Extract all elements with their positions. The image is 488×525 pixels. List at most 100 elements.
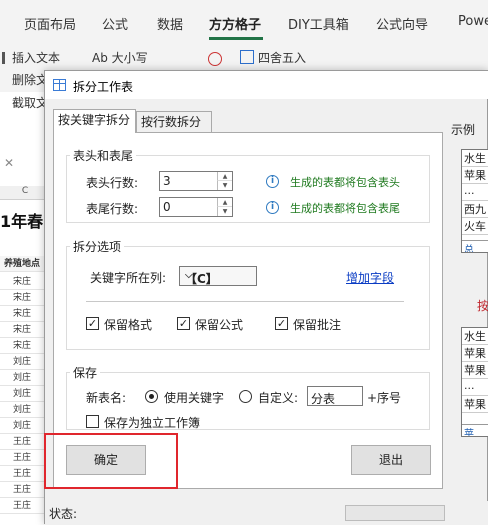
split-options-group [66,246,430,350]
table-row[interactable]: 王庄 [0,450,44,466]
cut-text-button[interactable]: 截取文 [12,94,48,111]
chevron-down-icon: ⌵ [185,270,193,281]
tab-power[interactable]: Powe [458,14,488,29]
custom-name-input[interactable]: 分表 [307,386,363,406]
sheet-tab: 总 [462,240,488,252]
table-row[interactable]: 王庄 [0,482,44,498]
table-row[interactable]: 刘庄 [0,370,44,386]
footer-rows-stepper[interactable]: 0 ▲ ▼ [159,197,233,217]
example-box-result: 水生 苹果 苹果 ... 苹果 苹 [461,327,488,437]
stepper-down-icon[interactable]: ▼ [217,181,232,190]
list-item: 水生 [462,150,488,167]
keep-comment-checkbox[interactable]: ✓ [275,317,288,330]
delete-text-button[interactable]: 删除文 [12,71,48,88]
example-label: 示例 [451,123,476,137]
footer-hint: 生成的表都将包含表尾 [290,202,400,215]
list-item: ... [462,379,488,396]
save-group-label: 保存 [70,364,101,381]
keep-format-label: 保留格式 [104,318,153,332]
info-icon: i [266,201,279,214]
table-row[interactable]: 宋庄 [0,322,44,338]
list-item: 苹果 [462,396,488,413]
table-row[interactable]: 刘庄 [0,418,44,434]
ribbon-tabs: 页面布局 公式 数据 方方格子 DIY工具箱 公式向导 Powe [0,0,488,42]
list-item: 苹果 [462,362,488,379]
close-icon[interactable]: ✕ [4,156,14,170]
keyword-column-label: 关键字所在列: [90,271,167,285]
minus-circle-icon [208,52,222,66]
independent-workbook-label: 保存为独立工作簿 [104,416,201,430]
table-row[interactable]: 宋庄 [0,290,44,306]
table-row[interactable]: 宋庄 [0,274,44,290]
stepper-down-icon[interactable]: ▼ [217,207,232,216]
table-row[interactable]: 王庄 [0,498,44,514]
example-preview: 示例 水生 苹果 ... 西九 火车 总 按 水生 苹果 苹果 ... 苹果 苹 [451,121,488,501]
table-row[interactable]: 王庄 [0,434,44,450]
table-icon [53,79,66,91]
insert-text-button[interactable]: 插入文本 [12,49,60,66]
footer-rows-label: 表尾行数: [86,202,139,216]
sequence-suffix-label: +序号 [367,391,402,405]
table-row[interactable]: 刘庄 [0,402,44,418]
keep-comment-label: 保留批注 [293,318,342,332]
keyword-column-select[interactable]: 【C】 ⌵ [179,266,257,286]
footer-rows-value: 0 [163,200,171,214]
example-box-source: 水生 苹果 ... 西九 火车 总 [461,149,488,253]
keep-formula-label: 保留公式 [195,318,244,332]
header-rows-value: 3 [163,174,171,188]
custom-name-value: 分表 [311,392,336,406]
column-subheader[interactable]: 养殖地点 [0,256,44,272]
sheet-title: 1年春 [0,212,44,231]
progress-bar [345,505,445,521]
header-rows-label: 表头行数: [86,176,139,190]
active-tab-indicator [209,37,263,40]
tab-split-by-keyword[interactable]: 按关键字拆分 [53,109,136,133]
independent-workbook-checkbox[interactable] [86,415,99,428]
status-label: 状态: [49,507,78,521]
table-row[interactable]: 王庄 [0,466,44,482]
dialog-title: 拆分工作表 [73,80,134,94]
list-item: 苹果 [462,345,488,362]
sheet-tab: 苹 [462,424,488,436]
list-item: 苹果 [462,167,488,184]
info-icon: i [266,175,279,188]
split-options-group-label: 拆分选项 [70,238,125,255]
header-footer-group-label: 表头和表尾 [70,147,137,164]
divider [86,301,404,302]
round-button[interactable]: 四舍五入 [258,49,306,66]
list-item: 西九 [462,201,488,218]
keep-formula-checkbox[interactable]: ✓ [177,317,190,330]
case-button[interactable]: Ab 大小写 [92,49,148,66]
tab-fangfang[interactable]: 方方格子 [209,14,261,33]
dialog-titlebar[interactable]: 拆分工作表 [45,71,488,99]
header-rows-stepper[interactable]: 3 ▲ ▼ [159,171,233,191]
custom-name-radio[interactable] [239,390,252,403]
table-row[interactable]: 宋庄 [0,338,44,354]
column-header-c[interactable]: C [0,186,50,200]
highlight-box [44,433,178,489]
tab-data[interactable]: 数据 [157,14,183,33]
tab-page-layout[interactable]: 页面布局 [24,14,76,33]
status-bar: 状态: [45,501,488,525]
keep-format-checkbox[interactable]: ✓ [86,317,99,330]
header-hint: 生成的表都将包含表头 [290,176,400,189]
tab-formulas[interactable]: 公式 [102,14,128,33]
new-sheet-name-label: 新表名: [86,391,127,405]
use-keyword-radio[interactable] [145,390,158,403]
add-field-link[interactable]: 增加字段 [346,269,394,286]
exit-button[interactable]: 退出 [351,445,431,475]
stepper-up-icon[interactable]: ▲ [217,198,232,207]
table-row[interactable]: 刘庄 [0,354,44,370]
table-row[interactable]: 刘庄 [0,386,44,402]
custom-name-label: 自定义: [258,391,299,405]
list-item: 水生 [462,328,488,345]
list-item: 火车 [462,218,488,235]
table-row[interactable]: 宋庄 [0,306,44,322]
tab-diy-toolbox[interactable]: DIY工具箱 [288,14,349,33]
round-icon [240,50,254,64]
tab-split-by-rows[interactable]: 按行数拆分 [136,111,212,133]
example-arrow-label: 按 [477,299,488,313]
tab-formula-wizard[interactable]: 公式向导 [376,14,428,33]
stepper-up-icon[interactable]: ▲ [217,172,232,181]
list-item: ... [462,184,488,201]
